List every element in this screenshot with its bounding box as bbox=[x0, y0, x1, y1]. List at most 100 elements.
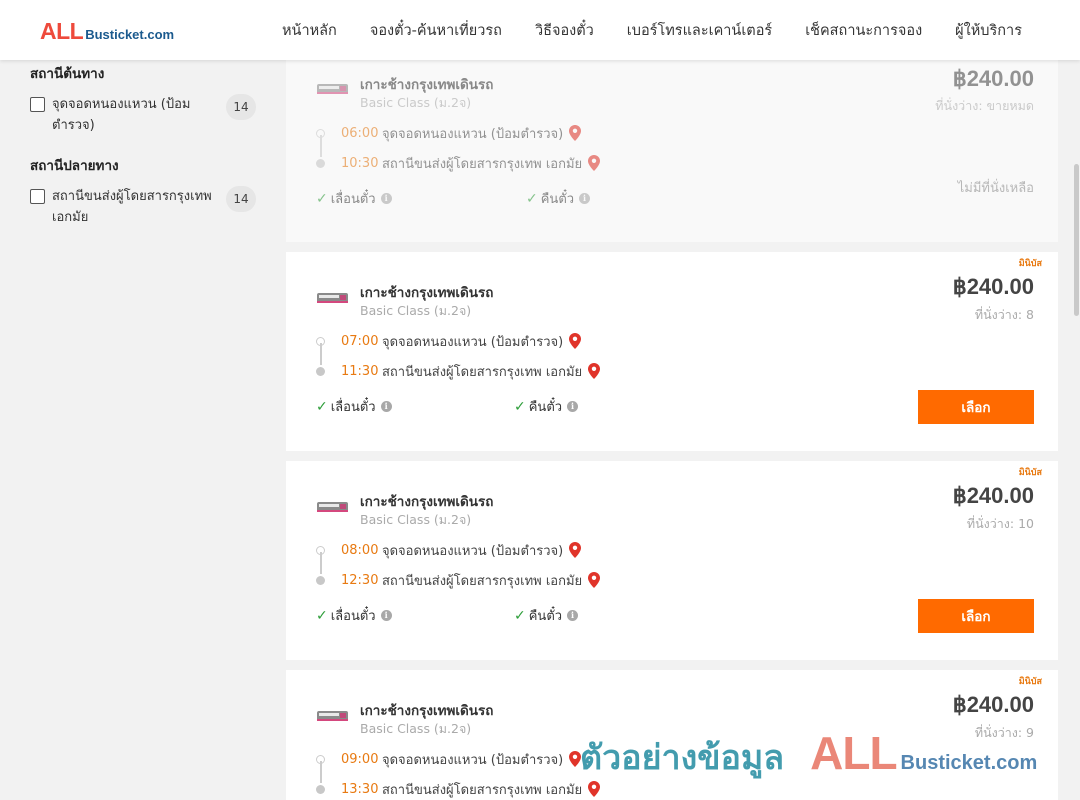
arrival-place: สถานีขนส่งผู้โดยสารกรุงเทพ เอกมัย bbox=[382, 779, 601, 800]
top-header: ALL Busticket.com หน้าหลัก จองตั๋ว-ค้นหา… bbox=[0, 0, 1080, 60]
seats-available: ที่นั่งว่าง: 8 bbox=[974, 307, 1034, 322]
departure-time: 09:00 bbox=[341, 751, 379, 767]
arrival-dot bbox=[316, 158, 325, 168]
departure-place: จุดจอดหนองแหวน (ป้อมตำรวจ) bbox=[382, 123, 582, 144]
arrival-time: 10:30 bbox=[341, 155, 379, 171]
select-trip-button[interactable]: เลือก bbox=[918, 599, 1034, 633]
check-icon: ✓ bbox=[514, 398, 526, 415]
departure-time: 06:00 bbox=[341, 125, 379, 141]
ticket-price: ฿240.00 bbox=[952, 483, 1034, 508]
arrival-dot bbox=[316, 366, 325, 376]
check-icon: ✓ bbox=[514, 607, 526, 624]
departure-place: จุดจอดหนองแหวน (ป้อมตำรวจ) bbox=[382, 331, 582, 352]
trip-card: เกาะช้างกรุงเทพเดินรถ Basic Class (ม.2จ)… bbox=[286, 60, 1058, 242]
site-logo[interactable]: ALL Busticket.com bbox=[40, 18, 174, 44]
trip-timeline: 08:00 จุดจอดหนองแหวน (ป้อมตำรวจ) 12:30 ส… bbox=[316, 535, 716, 595]
map-pin-icon[interactable] bbox=[588, 781, 601, 797]
main-nav: หน้าหลัก จองตั๋ว-ค้นหาเที่ยวรถ วิธีจองตั… bbox=[249, 0, 1022, 60]
change-ticket-feature: ✓ เลื่อนตั๋ว i bbox=[316, 605, 392, 626]
departure-row: 08:00 จุดจอดหนองแหวน (ป้อมตำรวจ) bbox=[316, 535, 716, 574]
departure-row: 07:00 จุดจอดหนองแหวน (ป้อมตำรวจ) bbox=[316, 326, 716, 365]
arrival-place: สถานีขนส่งผู้โดยสารกรุงเทพ เอกมัย bbox=[382, 570, 601, 591]
ticket-price: ฿240.00 bbox=[952, 274, 1034, 299]
nav-operators[interactable]: ผู้ให้บริการ bbox=[955, 19, 1022, 42]
map-pin-icon[interactable] bbox=[569, 542, 582, 558]
dest-filter-option[interactable]: สถานีขนส่งผู้โดยสารกรุงเทพ เอกมัย 14 bbox=[30, 186, 258, 228]
arrival-row: 10:30 สถานีขนส่งผู้โดยสารกรุงเทพ เอกมัย bbox=[316, 148, 716, 178]
scrollbar-thumb[interactable] bbox=[1074, 164, 1079, 316]
arrival-time: 13:30 bbox=[341, 781, 379, 797]
trip-timeline: 07:00 จุดจอดหนองแหวน (ป้อมตำรวจ) 11:30 ส… bbox=[316, 326, 716, 386]
nav-home[interactable]: หน้าหลัก bbox=[282, 19, 337, 42]
nav-booking[interactable]: จองตั๋ว-ค้นหาเที่ยวรถ bbox=[370, 19, 502, 42]
departure-row: 06:00 จุดจอดหนองแหวน (ป้อมตำรวจ) bbox=[316, 118, 716, 157]
nav-check-booking[interactable]: เช็คสถานะการจอง bbox=[805, 19, 922, 42]
bus-operator-logo-icon bbox=[317, 711, 348, 721]
info-icon[interactable]: i bbox=[380, 193, 392, 204]
arrival-place: สถานีขนส่งผู้โดยสารกรุงเทพ เอกมัย bbox=[382, 361, 601, 382]
arrival-row: 12:30 สถานีขนส่งผู้โดยสารกรุงเทพ เอกมัย bbox=[316, 565, 716, 595]
nav-how-to-book[interactable]: วิธีจองตั๋ว bbox=[535, 19, 594, 42]
refund-ticket-feature: ✓ คืนตั๋ว i bbox=[514, 605, 579, 626]
dest-option-label[interactable]: สถานีขนส่งผู้โดยสารกรุงเทพ เอกมัย bbox=[52, 186, 212, 228]
minibus-badge: มินิบัส bbox=[1018, 677, 1042, 687]
departure-place-text: จุดจอดหนองแหวน (ป้อมตำรวจ) bbox=[382, 543, 564, 559]
departure-place-text: จุดจอดหนองแหวน (ป้อมตำรวจ) bbox=[382, 126, 564, 142]
trip-timeline: 09:00 จุดจอดหนองแหวน (ป้อมตำรวจ) 13:30 ส… bbox=[316, 744, 716, 800]
arrival-row: 11:30 สถานีขนส่งผู้โดยสารกรุงเทพ เอกมัย bbox=[316, 356, 716, 386]
info-icon[interactable]: i bbox=[380, 401, 392, 412]
dest-checkbox[interactable] bbox=[30, 189, 45, 204]
minibus-badge: มินิบัส bbox=[1018, 468, 1042, 478]
no-seats-status: ไม่มีที่นั่งเหลือ bbox=[957, 181, 1034, 196]
select-trip-button[interactable]: เลือก bbox=[918, 390, 1034, 424]
change-ticket-label: เลื่อนตั๋ว bbox=[330, 609, 376, 624]
refund-ticket-feature: ✓ คืนตั๋ว i bbox=[514, 396, 579, 417]
page-scrollbar[interactable] bbox=[1072, 60, 1080, 800]
map-pin-icon[interactable] bbox=[569, 333, 582, 349]
arrival-place-text: สถานีขนส่งผู้โดยสารกรุงเทพ เอกมัย bbox=[382, 364, 583, 380]
arrival-dot bbox=[316, 784, 325, 794]
info-icon[interactable]: i bbox=[380, 610, 392, 621]
departure-time: 08:00 bbox=[341, 542, 379, 558]
map-pin-icon[interactable] bbox=[569, 125, 582, 141]
ticket-price: ฿240.00 bbox=[952, 692, 1034, 717]
minibus-badge: มินิบัส bbox=[1018, 259, 1042, 269]
operator-name: เกาะช้างกรุงเทพเดินรถ bbox=[360, 77, 494, 93]
origin-checkbox[interactable] bbox=[30, 97, 45, 112]
check-icon: ✓ bbox=[316, 190, 328, 207]
trip-card: มินิบัส เกาะช้างกรุงเทพเดินรถ Basic Clas… bbox=[286, 461, 1058, 660]
bus-operator-logo-icon bbox=[317, 293, 348, 303]
departure-place: จุดจอดหนองแหวน (ป้อมตำรวจ) bbox=[382, 749, 582, 770]
nav-contact[interactable]: เบอร์โทรและเคาน์เตอร์ bbox=[627, 19, 772, 42]
map-pin-icon[interactable] bbox=[588, 155, 601, 171]
bus-operator-logo-icon bbox=[317, 502, 348, 512]
seats-available: ที่นั่งว่าง: 10 bbox=[966, 516, 1034, 531]
origin-option-label[interactable]: จุดจอดหนองแหวน (ป้อมตำรวจ) bbox=[52, 94, 212, 136]
seats-available: ที่นั่งว่าง: ขายหมด bbox=[935, 98, 1034, 113]
arrival-place: สถานีขนส่งผู้โดยสารกรุงเทพ เอกมัย bbox=[382, 153, 601, 174]
map-pin-icon[interactable] bbox=[569, 751, 582, 767]
map-pin-icon[interactable] bbox=[588, 572, 601, 588]
info-icon[interactable]: i bbox=[579, 193, 591, 204]
arrival-place-text: สถานีขนส่งผู้โดยสารกรุงเทพ เอกมัย bbox=[382, 156, 583, 172]
seats-available: ที่นั่งว่าง: 9 bbox=[974, 725, 1034, 740]
refund-ticket-label: คืนตั๋ว bbox=[540, 192, 575, 207]
info-icon[interactable]: i bbox=[567, 610, 579, 621]
info-icon[interactable]: i bbox=[567, 401, 579, 412]
arrival-dot bbox=[316, 575, 325, 585]
operator-name: เกาะช้างกรุงเทพเดินรถ bbox=[360, 703, 494, 719]
ticket-price: ฿240.00 bbox=[952, 66, 1034, 91]
bus-operator-logo-icon bbox=[317, 84, 348, 94]
change-ticket-label: เลื่อนตั๋ว bbox=[330, 400, 376, 415]
trip-card: มินิบัส เกาะช้างกรุงเทพเดินรถ Basic Clas… bbox=[286, 670, 1058, 800]
arrival-time: 12:30 bbox=[341, 572, 379, 588]
departure-place: จุดจอดหนองแหวน (ป้อมตำรวจ) bbox=[382, 540, 582, 561]
departure-place-text: จุดจอดหนองแหวน (ป้อมตำรวจ) bbox=[382, 334, 564, 350]
arrival-place-text: สถานีขนส่งผู้โดยสารกรุงเทพ เอกมัย bbox=[382, 573, 583, 589]
trip-card: มินิบัส เกาะช้างกรุงเทพเดินรถ Basic Clas… bbox=[286, 252, 1058, 451]
origin-filter-option[interactable]: จุดจอดหนองแหวน (ป้อมตำรวจ) 14 bbox=[30, 94, 258, 136]
refund-ticket-label: คืนตั๋ว bbox=[528, 400, 563, 415]
dest-filter-title: สถานีปลายทาง bbox=[30, 158, 119, 174]
map-pin-icon[interactable] bbox=[588, 363, 601, 379]
bus-class: Basic Class (ม.2จ) bbox=[360, 721, 472, 736]
